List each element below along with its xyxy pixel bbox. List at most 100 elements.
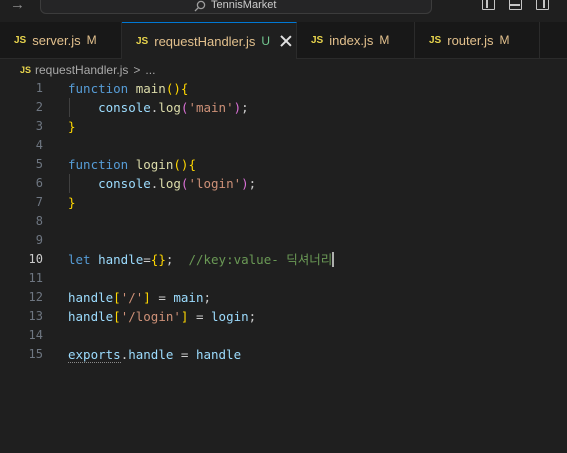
tab-label: index.js xyxy=(329,32,374,48)
code-token: '/' xyxy=(120,290,144,305)
code-token: let xyxy=(68,252,99,267)
line-number: 9 xyxy=(35,233,43,247)
code-text: } xyxy=(68,117,76,136)
code-token: ; xyxy=(165,252,189,267)
code-line[interactable]: 12 handle['/'] = main; xyxy=(0,288,567,307)
search-icon xyxy=(194,0,206,12)
code-line[interactable]: 10 let handle={}; //key:value- 딕셔너리 xyxy=(0,250,567,269)
code-line[interactable]: 13 handle['/login'] = login; xyxy=(0,307,567,326)
code-line[interactable]: 2 console.log('main'); xyxy=(0,98,567,117)
code-line[interactable]: 4 xyxy=(0,136,567,155)
javascript-file-icon: JS xyxy=(136,35,149,47)
code-token: } xyxy=(68,119,76,134)
code-token: [ xyxy=(113,309,121,324)
tab-label: router.js xyxy=(447,32,494,48)
title-bar: → TennisMarket xyxy=(0,0,567,22)
code-token: ) xyxy=(233,100,242,115)
code-token: handle xyxy=(68,309,114,324)
code-line[interactable]: 14 xyxy=(0,326,567,345)
line-number: 2 xyxy=(35,100,43,114)
code-token: handle xyxy=(128,347,174,362)
breadcrumb: JS requestHandler.js > ... xyxy=(0,59,567,81)
code-line[interactable]: 8 xyxy=(0,212,567,231)
forward-arrow-icon[interactable]: → xyxy=(10,0,25,13)
code-line[interactable]: 6 console.log('login'); xyxy=(0,174,567,193)
code-line[interactable]: 7} xyxy=(0,193,567,212)
editor-tab-bar: JS server.js M JS requestHandler.js U JS… xyxy=(0,22,567,59)
tab-router-js[interactable]: JS router.js M xyxy=(415,22,540,58)
code-token: = xyxy=(150,290,174,305)
line-number: 14 xyxy=(28,328,43,342)
git-status-badge: M xyxy=(86,33,97,47)
line-number: 12 xyxy=(28,290,43,304)
code-token: log xyxy=(158,100,181,115)
code-token: ; xyxy=(248,176,257,191)
breadcrumb-symbols[interactable]: ... xyxy=(145,63,155,77)
code-line[interactable]: 5 function login(){ xyxy=(0,155,567,174)
code-text: function login(){ xyxy=(68,155,196,174)
code-token: ; xyxy=(241,100,249,115)
code-line[interactable]: 9 xyxy=(0,231,567,250)
code-token: handle xyxy=(195,347,242,362)
line-number: 1 xyxy=(35,81,43,95)
code-token: } xyxy=(68,195,76,210)
line-number: 5 xyxy=(35,157,43,171)
code-text: handle['/login'] = login; xyxy=(68,307,256,326)
code-line[interactable]: 11 xyxy=(0,269,567,288)
code-text: exports.handle = handle xyxy=(68,345,241,364)
breadcrumb-file[interactable]: requestHandler.js xyxy=(35,63,128,77)
code-text: console.log('main'); xyxy=(68,98,249,117)
code-token: = xyxy=(188,309,212,324)
line-number: 15 xyxy=(28,347,43,361)
code-text: let handle={}; //key:value- 딕셔너리 xyxy=(68,250,334,269)
text-cursor xyxy=(332,252,334,267)
javascript-file-icon: JS xyxy=(20,65,32,75)
line-number: 6 xyxy=(35,176,43,190)
close-icon[interactable] xyxy=(279,34,293,48)
toggle-primary-sidebar-icon[interactable] xyxy=(482,0,495,10)
code-token: 'login' xyxy=(188,176,242,191)
line-number: 3 xyxy=(35,119,43,133)
code-token: {} xyxy=(150,252,166,267)
code-line[interactable]: 15 exports.handle = handle xyxy=(0,345,567,364)
code-text: } xyxy=(68,193,76,212)
code-text: console.log('login'); xyxy=(68,174,256,193)
code-token: ; xyxy=(203,290,212,305)
tab-requesthandler-js[interactable]: JS requestHandler.js U xyxy=(122,22,297,59)
code-token: log xyxy=(158,176,181,191)
code-token: console xyxy=(98,100,151,115)
line-number: 8 xyxy=(35,214,43,228)
command-center[interactable]: TennisMarket xyxy=(40,0,432,14)
code-token: ] xyxy=(143,290,151,305)
code-token: = xyxy=(173,347,196,362)
code-token: 'main' xyxy=(188,100,234,115)
code-token: () xyxy=(165,81,181,96)
tab-label: server.js xyxy=(32,32,81,48)
toggle-secondary-sidebar-icon[interactable] xyxy=(536,0,549,10)
code-editor[interactable]: 1 function main(){2 console.log('main'); 3… xyxy=(0,79,567,453)
toggle-panel-icon[interactable] xyxy=(509,0,522,10)
code-token: handle xyxy=(68,290,114,305)
tab-server-js[interactable]: JS server.js M xyxy=(0,22,122,58)
git-status-badge: M xyxy=(379,33,390,47)
code-token: console xyxy=(98,176,151,191)
code-text: function main(){ xyxy=(68,79,188,98)
code-line[interactable]: 1 function main(){ xyxy=(0,79,567,98)
code-token: main xyxy=(135,81,166,96)
javascript-file-icon: JS xyxy=(14,34,27,46)
code-line[interactable]: 3} xyxy=(0,117,567,136)
code-token: '/login' xyxy=(120,309,181,324)
code-token: { xyxy=(180,81,189,96)
code-token: ; xyxy=(248,309,257,324)
tab-index-js[interactable]: JS index.js M xyxy=(297,22,415,58)
line-number: 13 xyxy=(28,309,43,323)
line-number: 10 xyxy=(28,252,43,266)
git-status-badge: U xyxy=(261,34,271,48)
code-token: //key:value- 딕셔너리 xyxy=(188,252,333,267)
window-title: TennisMarket xyxy=(211,0,277,11)
code-token: login xyxy=(135,157,174,172)
code-token: function xyxy=(68,157,136,172)
chevron-right-icon: > xyxy=(133,63,141,77)
